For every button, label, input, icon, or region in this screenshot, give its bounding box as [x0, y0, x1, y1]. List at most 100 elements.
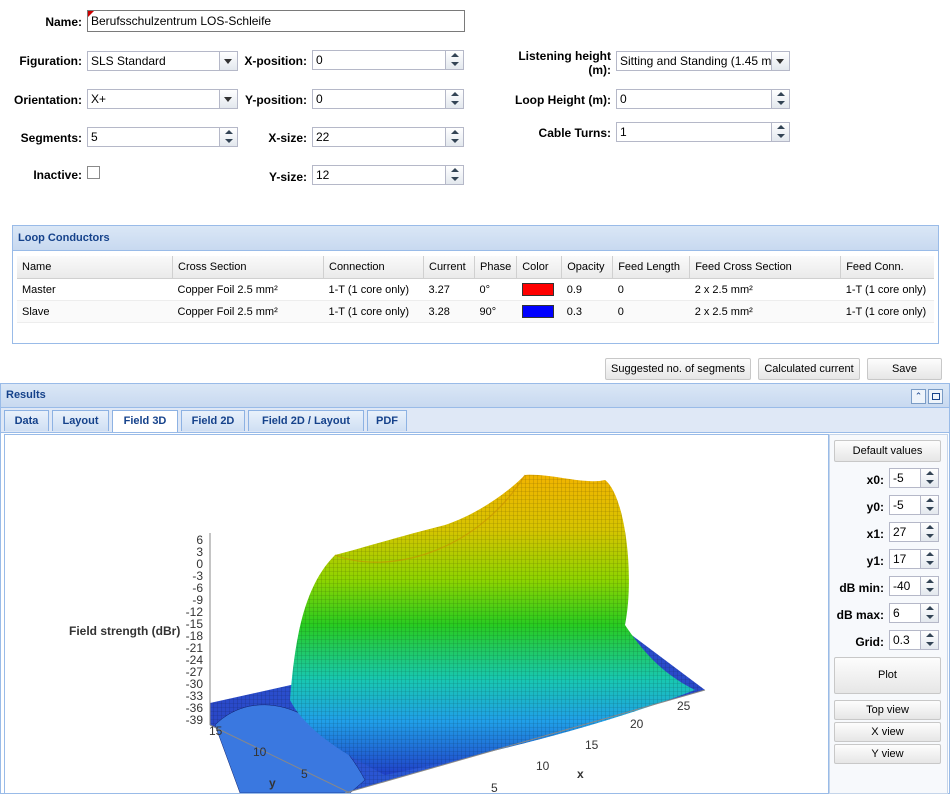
- tab-layout[interactable]: Layout: [52, 410, 109, 431]
- listening-height-label: Listening height (m):: [490, 49, 611, 77]
- z-tick-labels: 6 3 0 -3 -6 -9 -12 -15 -18 -21 -24 -27 -…: [186, 533, 204, 727]
- col-feed-conn[interactable]: Feed Conn.: [840, 256, 934, 279]
- cell-opacity: 0.3: [561, 300, 613, 323]
- name-label: Name:: [45, 15, 82, 29]
- xsize-stepper[interactable]: 22: [312, 127, 464, 147]
- y1-stepper[interactable]: 17: [889, 549, 939, 569]
- cell-current: 3.28: [423, 300, 475, 323]
- listening-height-label-line2: (m):: [588, 63, 611, 77]
- ypos-value: 0: [316, 92, 323, 106]
- x1-stepper[interactable]: 27: [889, 522, 939, 542]
- orientation-select[interactable]: X+: [87, 89, 238, 109]
- table-row[interactable]: Slave Copper Foil 2.5 mm² 1-T (1 core on…: [17, 300, 934, 323]
- results-title: Results: [1, 384, 949, 408]
- chevron-down-icon[interactable]: [771, 52, 789, 70]
- spinner-icon[interactable]: [920, 523, 938, 541]
- name-value: Berufsschulzentrum LOS-Schleife: [91, 14, 272, 28]
- x-tick: 20: [630, 717, 644, 731]
- col-opacity[interactable]: Opacity: [561, 256, 614, 279]
- spinner-icon[interactable]: [920, 469, 938, 487]
- tab-field-2d[interactable]: Field 2D: [181, 410, 245, 431]
- cell-cross-section: Copper Foil 2.5 mm²: [172, 278, 324, 301]
- ysize-stepper[interactable]: 12: [312, 165, 464, 185]
- z-tick: -39: [186, 713, 204, 727]
- col-feed-length[interactable]: Feed Length: [612, 256, 691, 279]
- xsize-value: 22: [316, 130, 330, 144]
- segments-stepper[interactable]: 5: [87, 127, 238, 147]
- spinner-icon[interactable]: [920, 550, 938, 568]
- col-current[interactable]: Current: [423, 256, 475, 279]
- ysize-label: Y-size:: [268, 170, 307, 184]
- table-row[interactable]: Master Copper Foil 2.5 mm² 1-T (1 core o…: [17, 278, 934, 301]
- spinner-icon[interactable]: [920, 604, 938, 622]
- segments-value: 5: [91, 130, 98, 144]
- spinner-icon[interactable]: [920, 496, 938, 514]
- x-tick: 5: [491, 781, 498, 793]
- col-cross-section[interactable]: Cross Section: [172, 256, 324, 279]
- save-button[interactable]: Save: [867, 358, 942, 380]
- tab-field-2d-layout[interactable]: Field 2D / Layout: [248, 410, 364, 431]
- cell-current: 3.27: [423, 278, 475, 301]
- conductors-header-row: Name Cross Section Connection Current Ph…: [17, 256, 934, 279]
- grid-value: 0.3: [893, 633, 910, 647]
- suggested-segments-button[interactable]: Suggested no. of segments: [605, 358, 751, 380]
- spinner-icon[interactable]: [771, 90, 789, 108]
- name-input[interactable]: Berufsschulzentrum LOS-Schleife: [87, 10, 465, 32]
- spinner-icon[interactable]: [445, 90, 463, 108]
- x-tick: 10: [536, 759, 550, 773]
- x0-value: -5: [893, 471, 904, 485]
- spinner-icon[interactable]: [920, 577, 938, 595]
- cell-color: [516, 300, 562, 323]
- listening-height-value: Sitting and Standing (1.45 m: [620, 54, 772, 68]
- db-max-stepper[interactable]: 6: [889, 603, 939, 623]
- xsize-label: X-size:: [268, 131, 307, 145]
- plot-button[interactable]: Plot: [834, 657, 941, 694]
- x0-stepper[interactable]: -5: [889, 468, 939, 488]
- ypos-stepper[interactable]: 0: [312, 89, 464, 109]
- listening-height-select[interactable]: Sitting and Standing (1.45 m: [616, 51, 790, 71]
- loop-height-value: 0: [620, 92, 627, 106]
- x-tick: 25: [677, 699, 691, 713]
- maximize-icon[interactable]: [928, 389, 943, 404]
- tab-pdf[interactable]: PDF: [367, 410, 407, 431]
- tab-field-3d[interactable]: Field 3D: [112, 410, 178, 432]
- loop-height-stepper[interactable]: 0: [616, 89, 790, 109]
- inactive-checkbox[interactable]: [87, 166, 100, 179]
- spinner-icon[interactable]: [445, 51, 463, 69]
- col-phase[interactable]: Phase: [474, 256, 518, 279]
- grid-stepper[interactable]: 0.3: [889, 630, 939, 650]
- col-name[interactable]: Name: [17, 256, 173, 279]
- plot-area[interactable]: 6 3 0 -3 -6 -9 -12 -15 -18 -21 -24 -27 -…: [4, 434, 829, 794]
- segments-label: Segments:: [20, 131, 82, 145]
- cable-turns-stepper[interactable]: 1: [616, 122, 790, 142]
- cell-name: Master: [17, 278, 173, 301]
- y0-stepper[interactable]: -5: [889, 495, 939, 515]
- col-color[interactable]: Color: [516, 256, 563, 279]
- cable-turns-value: 1: [620, 125, 627, 139]
- xpos-stepper[interactable]: 0: [312, 50, 464, 70]
- x-view-button[interactable]: X view: [834, 722, 941, 742]
- top-view-button[interactable]: Top view: [834, 700, 941, 720]
- xpos-label: X-position:: [244, 54, 307, 68]
- calculated-current-button[interactable]: Calculated current: [758, 358, 860, 380]
- cable-turns-label: Cable Turns:: [538, 126, 611, 140]
- db-min-stepper[interactable]: -40: [889, 576, 939, 596]
- cell-feed-conn: 1-T (1 core only): [840, 278, 934, 301]
- tab-data[interactable]: Data: [4, 410, 49, 431]
- spinner-icon[interactable]: [445, 166, 463, 184]
- cell-phase: 90°: [474, 300, 517, 323]
- cell-connection: 1-T (1 core only): [323, 278, 424, 301]
- spinner-icon[interactable]: [445, 128, 463, 146]
- orientation-label: Orientation:: [14, 93, 82, 107]
- col-feed-cross-section[interactable]: Feed Cross Section: [689, 256, 842, 279]
- default-values-button[interactable]: Default values: [834, 440, 941, 462]
- figuration-select[interactable]: SLS Standard: [87, 51, 238, 71]
- spinner-icon[interactable]: [920, 631, 938, 649]
- col-connection[interactable]: Connection: [323, 256, 424, 279]
- spinner-icon[interactable]: [771, 123, 789, 141]
- collapse-icon[interactable]: ⌃: [911, 389, 926, 404]
- x1-label: x1:: [866, 527, 884, 541]
- cell-feed-cross-section: 2 x 2.5 mm²: [689, 300, 841, 323]
- y1-label: y1:: [866, 554, 884, 568]
- y-view-button[interactable]: Y view: [834, 744, 941, 764]
